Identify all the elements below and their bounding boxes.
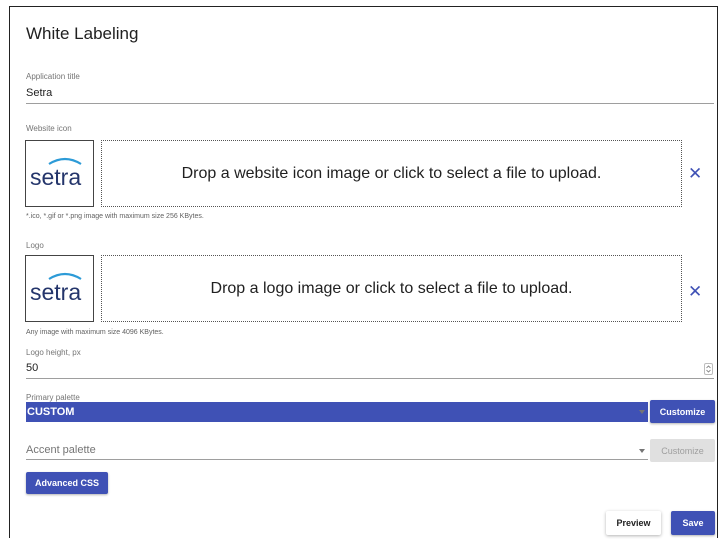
setra-logo-icon: setra	[30, 272, 82, 305]
primary-palette-value: CUSTOM	[27, 406, 75, 418]
logo-preview: setra	[25, 255, 94, 322]
white-labeling-panel: White Labeling Application title Setra W…	[9, 6, 718, 538]
primary-customize-button[interactable]: Customize	[650, 400, 715, 423]
logo-height-input[interactable]: 50	[26, 362, 38, 374]
website-icon-preview: setra	[25, 140, 94, 207]
chevron-down-icon	[639, 410, 645, 414]
logo-height-underline	[26, 378, 714, 379]
logo-label: Logo	[26, 241, 44, 250]
app-title-label: Application title	[26, 72, 80, 81]
app-title-input[interactable]: Setra	[26, 87, 52, 99]
svg-text:setra: setra	[30, 279, 81, 305]
website-icon-hint: *.ico, *.gif or *.png image with maximum…	[26, 213, 204, 220]
chevron-down-icon[interactable]	[639, 449, 645, 453]
preview-button[interactable]: Preview	[606, 511, 661, 535]
setra-logo-icon: setra	[30, 157, 82, 190]
website-icon-label: Website icon	[26, 124, 72, 133]
save-button[interactable]: Save	[671, 511, 715, 535]
accent-palette-underline	[26, 459, 648, 460]
primary-palette-select[interactable]: CUSTOM	[26, 402, 648, 422]
logo-hint: Any image with maximum size 4096 KBytes.	[26, 329, 164, 336]
logo-height-stepper[interactable]	[704, 363, 713, 375]
accent-palette-select[interactable]: Accent palette	[26, 444, 96, 456]
logo-clear-icon[interactable]: ✕	[688, 283, 702, 300]
app-title-underline	[26, 103, 714, 104]
website-icon-dropzone[interactable]: Drop a website icon image or click to se…	[101, 140, 682, 207]
page-title: White Labeling	[26, 24, 139, 43]
svg-text:setra: setra	[30, 164, 81, 190]
primary-palette-label: Primary palette	[26, 393, 80, 402]
logo-height-label: Logo height, px	[26, 348, 81, 357]
advanced-css-button[interactable]: Advanced CSS	[26, 472, 108, 494]
logo-dropzone[interactable]: Drop a logo image or click to select a f…	[101, 255, 682, 322]
accent-customize-button: Customize	[650, 439, 715, 462]
stepper-arrows-icon	[706, 365, 711, 373]
website-icon-clear-icon[interactable]: ✕	[688, 165, 702, 182]
